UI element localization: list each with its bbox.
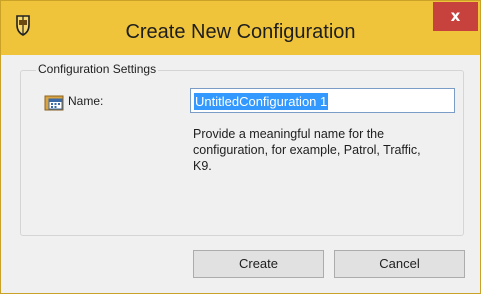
name-input-value: UntitledConfiguration 1 (194, 93, 329, 110)
close-button[interactable]: x (433, 2, 478, 31)
help-text: Provide a meaningful name for the config… (193, 127, 421, 173)
cancel-button[interactable]: Cancel (334, 250, 465, 278)
create-button[interactable]: Create (193, 250, 324, 278)
calendar-folder-icon (44, 95, 64, 111)
title-bar[interactable]: Create New Configuration x (1, 1, 480, 55)
name-input[interactable]: UntitledConfiguration 1 (190, 88, 455, 113)
window-title: Create New Configuration (125, 21, 356, 43)
name-label: Name: (68, 94, 104, 108)
group-legend: Configuration Settings (36, 62, 159, 76)
